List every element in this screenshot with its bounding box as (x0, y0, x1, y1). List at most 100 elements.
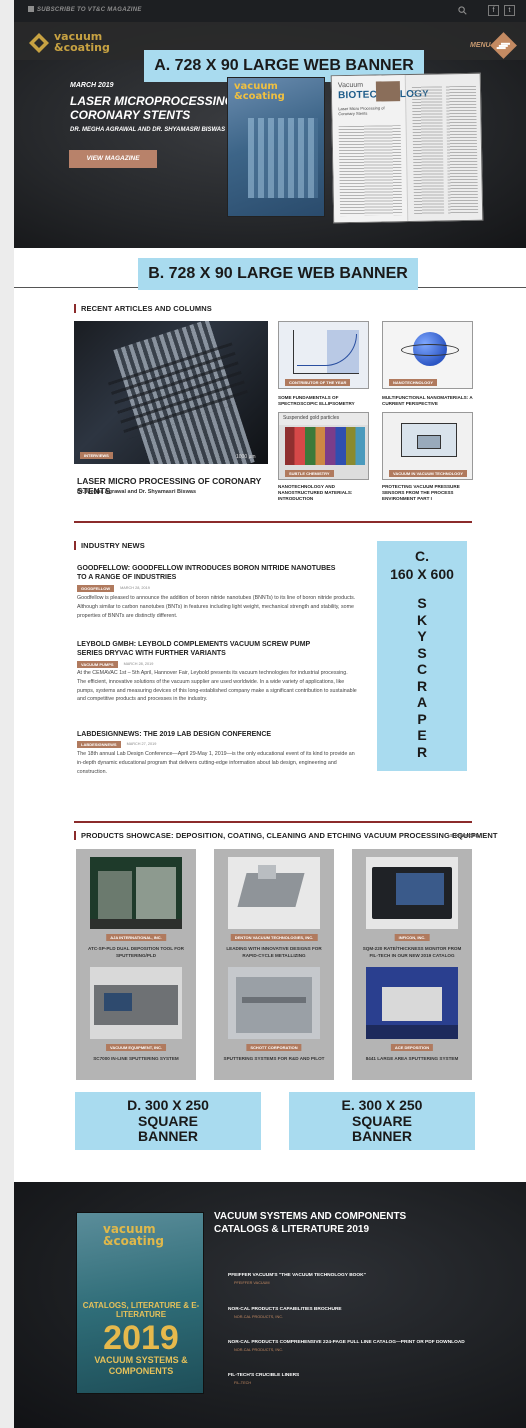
news-excerpt: The 18th annual Lab Design Conference—Ap… (77, 751, 355, 775)
section-divider (74, 521, 472, 523)
product-image (366, 967, 458, 1039)
product-card[interactable]: ACE DEPOSITION 8441 LARGE AREA SPUTTERIN… (352, 959, 472, 1080)
news-title[interactable]: LEYBOLD GMBH: LEYBOLD COMPLEMENTS VACUUM… (77, 640, 337, 658)
product-title[interactable]: ATC-SP-PLD DUAL DEPOSITION TOOL FOR SPUT… (82, 946, 190, 959)
banner-c-label: C. (415, 548, 429, 564)
product-card[interactable]: AJA INTERNATIONAL, INC. ATC-SP-PLD DUAL … (76, 849, 196, 970)
catalog-item-title[interactable]: PFEIFFER VACUUM'S "THE VACUUM TECHNOLOGY… (228, 1273, 478, 1278)
menu-label[interactable]: MENU (470, 42, 491, 49)
product-title[interactable]: 8441 LARGE AREA SPUTTERING SYSTEM (358, 1056, 466, 1063)
product-tag[interactable]: VACUUM EQUIPMENT, INC. (106, 1044, 166, 1051)
site-logo[interactable]: vacuum &coating (28, 28, 128, 56)
facebook-icon[interactable]: f (488, 5, 499, 16)
article-title[interactable]: NANOTECHNOLOGY AND NANOSTRUCTURED MATERI… (278, 484, 378, 502)
product-title[interactable]: LEADING WITH INNOVATIVE DESIGNS FOR RAPI… (220, 946, 328, 959)
catalog-item-title[interactable]: NOR-CAL PRODUCTS CAPABILITIES BROCHURE (228, 1307, 478, 1312)
letter: R (416, 677, 428, 694)
catalog-item-title[interactable]: NOR-CAL PRODUCTS COMPREHENSIVE 224-PAGE … (228, 1340, 478, 1345)
news-title[interactable]: LABDESIGNNEWS: THE 2019 LAB DESIGN CONFE… (77, 730, 337, 739)
news-title[interactable]: GOODFELLOW: GOODFELLOW INTRODUCES BORON … (77, 564, 337, 582)
product-tag[interactable]: SCHOTT CORPORATION (246, 1044, 302, 1051)
news-tag[interactable]: VACUUM PUMPS (77, 661, 118, 668)
banner-c-skyscraper-placeholder: C. 160 X 600 S K Y S C R A P E R (377, 541, 467, 771)
cover-art (248, 118, 318, 198)
product-title[interactable]: SPUTTERING SYSTEMS FOR R&D AND PILOT (220, 1056, 328, 1063)
search-icon[interactable] (458, 6, 467, 15)
product-card[interactable]: INFICON, INC. SQM-220 RATE/THICKNESS MON… (352, 849, 472, 970)
product-image (90, 967, 182, 1039)
divider (14, 287, 138, 288)
catalog-item-source[interactable]: FIL-TECH (234, 1381, 251, 1385)
news-date: MARCH 27, 2019 (126, 742, 157, 746)
catalog-item-source[interactable]: NOR-CAL PRODUCTS, INC. (234, 1315, 283, 1319)
twitter-icon[interactable]: t (504, 5, 515, 16)
product-image (366, 857, 458, 929)
spread-text-column (411, 86, 445, 215)
spread-left-page: Vacuum BIOTECHNOLOGY Laser Micro Process… (331, 75, 429, 223)
letter: C (416, 661, 428, 677)
product-tag[interactable]: DENTON VACUUM TECHNOLOGIES, INC. (230, 934, 318, 941)
gold-particle-vials (285, 427, 365, 465)
article-title[interactable]: MULTIFUNCTIONAL NANOMATERIALS: A CURRENT… (382, 395, 482, 407)
section-divider (74, 821, 472, 823)
product-card[interactable]: SCHOTT CORPORATION SPUTTERING SYSTEMS FO… (214, 959, 334, 1080)
news-excerpt: Goodfellow is pleased to announce the ad… (77, 595, 356, 619)
catalog-cover-image[interactable]: vacuum &coating CATALOGS, LITERATURE & E… (76, 1212, 204, 1394)
view-magazine-button[interactable]: VIEW MAGAZINE (69, 150, 157, 168)
banner-d-placeholder: D. 300 X 250 SQUARE BANNER (75, 1092, 261, 1150)
banner-d-line: BANNER (138, 1128, 198, 1144)
article-tag[interactable]: INTERVIEWS (80, 452, 113, 459)
banner-e-line: SQUARE (352, 1112, 412, 1129)
scale-bar-label: 1000 µm (236, 454, 256, 460)
magazine-spread-image[interactable]: Vacuum BIOTECHNOLOGY Laser Micro Process… (330, 72, 484, 224)
article-title[interactable]: PROTECTING VACUUM PRESSURE SENSORS FROM … (382, 484, 482, 502)
news-date: MARCH 28, 2019 (123, 662, 154, 666)
subscribe-link[interactable]: SUBSCRIBE TO VT&C MAGAZINE (28, 6, 142, 13)
banner-e-line: BANNER (352, 1128, 412, 1144)
letter: S (417, 595, 427, 611)
product-title[interactable]: SQM-220 RATE/THICKNESS MONITOR FROM FIL-… (358, 946, 466, 959)
author-photo (375, 81, 401, 102)
product-card[interactable]: VACUUM EQUIPMENT, INC. SC7000 IN-LINE SP… (76, 959, 196, 1080)
catalog-logo: vacuum &coating (103, 1222, 164, 1248)
news-meta: VACUUM PUMPS MARCH 28, 2019 (77, 661, 153, 668)
article-thumbnail[interactable]: VACUUM IN VACUUM TECHNOLOGY (382, 412, 473, 480)
hero-issue-date: MARCH 2019 (70, 82, 114, 89)
product-tag[interactable]: ACE DEPOSITION (390, 1044, 434, 1051)
catalog-item-title[interactable]: FIL-TECH'S CRUCIBLE LINERS (228, 1373, 478, 1378)
product-image (90, 857, 182, 929)
product-tag[interactable]: INFICON, INC. (394, 934, 430, 941)
logo-diamond-icon (29, 33, 49, 53)
news-tag[interactable]: LABDESIGNNEWS (77, 741, 121, 748)
spread-text-column (445, 85, 479, 215)
banner-b-placeholder: B. 728 X 90 LARGE WEB BANNER (138, 258, 418, 290)
product-card[interactable]: DENTON VACUUM TECHNOLOGIES, INC. LEADING… (214, 849, 334, 970)
banner-e-placeholder: E. 300 X 250 SQUARE BANNER (289, 1092, 475, 1150)
divider (418, 287, 526, 288)
catalog-item-source[interactable]: PFEIFFER VACUUM (234, 1281, 270, 1285)
article-thumbnail[interactable]: CONTRIBUTOR OF THE YEAR (278, 321, 369, 389)
catalogs-heading: VACUUM SYSTEMS AND COMPONENTS CATALOGS &… (214, 1211, 407, 1235)
letter: S (417, 644, 427, 661)
industry-news-heading: INDUSTRY NEWS (74, 541, 145, 550)
article-tag[interactable]: VACUUM IN VACUUM TECHNOLOGY (389, 470, 468, 477)
article-thumbnail[interactable]: Suspended gold particles SUBTLE CHEMISTR… (278, 412, 369, 480)
letter: A (416, 694, 428, 710)
product-image (228, 857, 320, 929)
show-more-link[interactable]: SHOW MORE (450, 833, 479, 838)
article-tag[interactable]: CONTRIBUTOR OF THE YEAR (285, 379, 351, 386)
catalog-item-source[interactable]: NOR-CAL PRODUCTS, INC. (234, 1348, 283, 1352)
news-meta: GOODFELLOW MARCH 28, 2019 (77, 585, 150, 592)
article-tag[interactable]: SUBTLE CHEMISTRY (285, 470, 334, 477)
article-thumbnail[interactable]: NANOTECHNOLOGY (382, 321, 473, 389)
article-title[interactable]: SOME FUNDAMENTALS OF SPECTROSCOPIC ELLIP… (278, 395, 378, 407)
product-tag[interactable]: AJA INTERNATIONAL, INC. (106, 934, 166, 941)
news-tag[interactable]: GOODFELLOW (77, 585, 115, 592)
magazine-cover-image[interactable]: vacuum &coating (227, 77, 325, 217)
article-tag[interactable]: NANOTECHNOLOGY (389, 379, 437, 386)
orbit-ring (401, 344, 459, 356)
featured-article-authors: Dr. Megha Agrawal and Dr. Shyamasri Bisw… (77, 489, 197, 495)
featured-article-image[interactable]: INTERVIEWS 1000 µm (74, 321, 268, 464)
product-title[interactable]: SC7000 IN-LINE SPUTTERING SYSTEM (82, 1056, 190, 1063)
news-date: MARCH 28, 2019 (120, 586, 150, 590)
